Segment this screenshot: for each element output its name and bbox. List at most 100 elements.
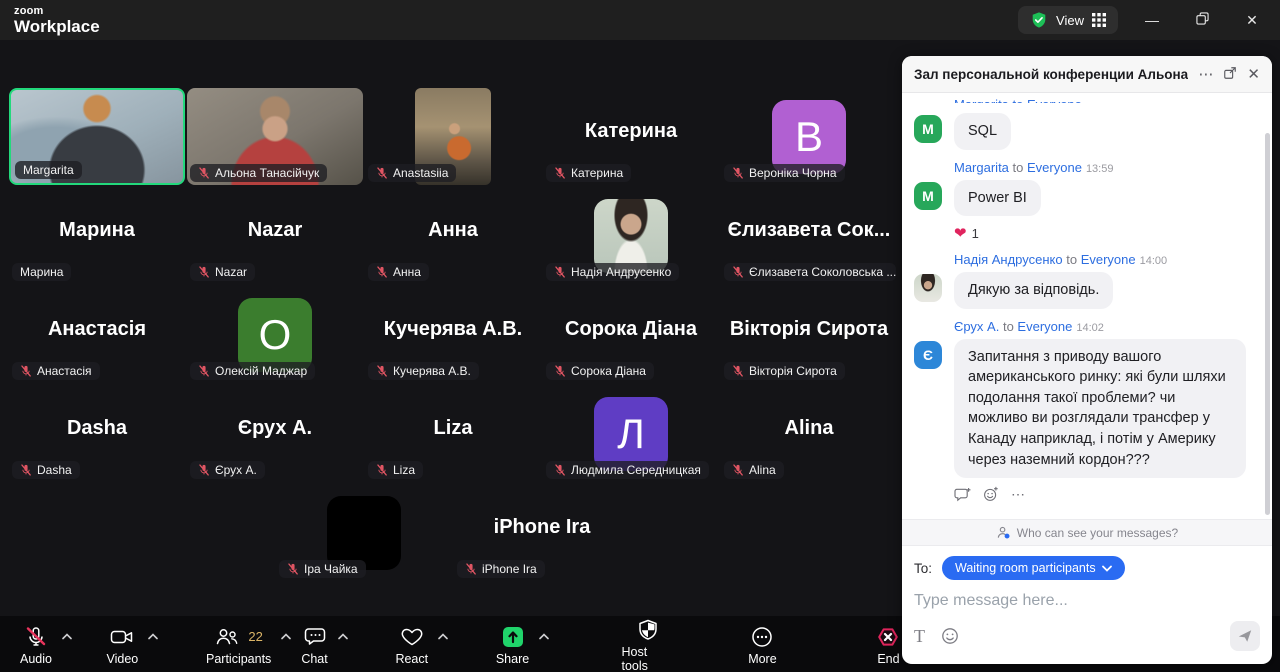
- brand-zoom: zoom: [14, 6, 100, 17]
- view-button-label: View: [1056, 13, 1084, 28]
- sender-avatar: [914, 274, 942, 302]
- message-more-icon[interactable]: ⋯: [1011, 489, 1025, 499]
- participant-tile[interactable]: Надія Андрусенко: [542, 186, 720, 285]
- participant-name-text: Dasha: [37, 463, 72, 477]
- recipient-selector[interactable]: Waiting room participants: [942, 556, 1125, 580]
- participant-name-text: Nazar: [215, 265, 247, 279]
- participant-name-text: Надія Андрусенко: [571, 265, 671, 279]
- muted-mic-icon: [20, 464, 32, 476]
- muted-mic-icon: [465, 563, 477, 575]
- participant-tile[interactable]: АннаАнна: [364, 186, 542, 285]
- view-button[interactable]: View: [1018, 6, 1118, 34]
- message-actions: ⋯: [954, 486, 1258, 502]
- participant-tile[interactable]: Margarita: [8, 87, 186, 186]
- chat-message[interactable]: Margarita to Everyone13:59MPower BI❤1: [914, 160, 1258, 243]
- participant-tile[interactable]: BВероніка Чорна: [720, 87, 898, 186]
- participants-button[interactable]: 22 Participants: [200, 619, 277, 670]
- message-sender[interactable]: Margarita: [954, 160, 1009, 175]
- participant-tile[interactable]: NazarNazar: [186, 186, 364, 285]
- close-window-button[interactable]: ✕: [1244, 12, 1260, 29]
- message-reaction[interactable]: ❤1: [954, 224, 1258, 242]
- participant-tile[interactable]: iPhone IraiPhone Ira: [453, 483, 631, 582]
- participant-tile[interactable]: АнастасіяАнастасія: [8, 285, 186, 384]
- react-options-chevron[interactable]: [436, 619, 450, 653]
- chat-button-label: Chat: [301, 652, 327, 666]
- participant-tile[interactable]: Вікторія СиротаВікторія Сирота: [720, 285, 898, 384]
- pop-out-icon[interactable]: [1223, 66, 1237, 83]
- participant-name-label: Людмила Середницкая: [546, 461, 709, 479]
- grid-row: АнастасіяАнастасіяOОлексій МаджарКучеряв…: [8, 285, 898, 384]
- format-text-icon[interactable]: T: [914, 626, 925, 647]
- message-sender[interactable]: Єрух А.: [954, 319, 999, 334]
- participant-tile[interactable]: Кучерява А.В.Кучерява А.В.: [364, 285, 542, 384]
- participant-tile[interactable]: LizaLiza: [364, 384, 542, 483]
- close-chat-icon[interactable]: ✕: [1247, 67, 1260, 82]
- participant-name-label: Надія Андрусенко: [546, 263, 679, 281]
- message-recipient[interactable]: Everyone: [1027, 160, 1082, 175]
- emoji-picker-icon[interactable]: [941, 627, 959, 645]
- audio-options-chevron[interactable]: [60, 619, 74, 653]
- participant-tile[interactable]: Anastasiia: [364, 87, 542, 186]
- audio-button[interactable]: Audio: [14, 619, 58, 670]
- message-recipient[interactable]: Everyone: [1081, 252, 1136, 267]
- chat-button[interactable]: Chat: [295, 619, 333, 670]
- participant-name-text: Марина: [20, 265, 63, 279]
- end-meeting-icon: [875, 625, 901, 649]
- participant-name-label: Марина: [12, 263, 71, 281]
- participant-tile[interactable]: DashaDasha: [8, 384, 186, 483]
- message-input[interactable]: [902, 590, 1272, 618]
- participant-name-text: Сорока Діана: [571, 364, 646, 378]
- video-button[interactable]: Video: [101, 619, 145, 670]
- participant-tile[interactable]: Єрух А.Єрух А.: [186, 384, 364, 483]
- participant-grid: MargaritaАльона ТанасійчукAnastasiiaКате…: [8, 87, 898, 582]
- chat-options-chevron[interactable]: [336, 619, 350, 653]
- participant-name-label: Сорока Діана: [546, 362, 654, 380]
- reply-icon[interactable]: [954, 487, 971, 502]
- participant-tile[interactable]: ЛЛюдмила Середницкая: [542, 384, 720, 483]
- muted-mic-icon: [198, 464, 210, 476]
- restore-button[interactable]: [1194, 12, 1210, 28]
- add-reaction-icon[interactable]: [983, 486, 999, 502]
- chat-message[interactable]: MSQL: [914, 113, 1258, 150]
- message-sender[interactable]: Надія Андрусенко: [954, 252, 1063, 267]
- message-header: Надія Андрусенко to Everyone14:00: [954, 252, 1258, 267]
- send-button[interactable]: [1230, 621, 1260, 651]
- share-options-chevron[interactable]: [537, 619, 551, 653]
- chat-more-icon[interactable]: ⋯: [1198, 67, 1213, 82]
- chat-messages[interactable]: Margarita to Everyone MSQL Margarita to Ev…: [902, 93, 1272, 519]
- sender-avatar: M: [914, 115, 942, 143]
- participant-name-text: Вікторія Сирота: [749, 364, 837, 378]
- participant-name-label: Nazar: [190, 263, 255, 281]
- react-button[interactable]: React: [389, 619, 434, 670]
- muted-microphone-icon: [24, 625, 48, 649]
- message-header: Єрух А. to Everyone14:02: [954, 319, 1258, 334]
- participant-name-text: Анна: [393, 265, 421, 279]
- chat-message[interactable]: Надія Андрусенко to Everyone14:00Дякую з…: [914, 252, 1258, 309]
- video-options-chevron[interactable]: [146, 619, 160, 653]
- participant-name-text: Єрух А.: [215, 463, 257, 477]
- share-button[interactable]: Share: [490, 619, 535, 670]
- clipped-message-header: Margarita to Everyone: [954, 97, 1258, 103]
- participant-name-text: Олексій Маджар: [215, 364, 307, 378]
- chat-scrollbar[interactable]: [1265, 133, 1270, 515]
- participant-tile[interactable]: Альона Танасійчук: [186, 87, 364, 186]
- chat-bubble-icon: [302, 625, 328, 649]
- more-button[interactable]: More: [742, 619, 782, 670]
- participant-tile[interactable]: МаринаМарина: [8, 186, 186, 285]
- participant-tile[interactable]: Сорока ДіанаСорока Діана: [542, 285, 720, 384]
- grid-row: МаринаМаринаNazarNazarАннаАнна Надія Андр…: [8, 186, 898, 285]
- participant-avatar: [594, 199, 668, 273]
- host-tools-button[interactable]: Host tools: [615, 612, 679, 672]
- participant-tile[interactable]: AlinaAlina: [720, 384, 898, 483]
- privacy-note-bar[interactable]: Who can see your messages?: [902, 519, 1272, 546]
- participant-tile[interactable]: OОлексій Маджар: [186, 285, 364, 384]
- participant-tile[interactable]: КатеринаКатерина: [542, 87, 720, 186]
- participant-name-label: Єрух А.: [190, 461, 265, 479]
- participant-name-label: Катерина: [546, 164, 631, 182]
- minimize-button[interactable]: —: [1144, 12, 1160, 28]
- participants-options-chevron[interactable]: [279, 619, 293, 653]
- chat-message[interactable]: Єрух А. to Everyone14:02ЄЗапитання з при…: [914, 319, 1258, 502]
- message-recipient[interactable]: Everyone: [1017, 319, 1072, 334]
- participant-tile[interactable]: Єлизавета Сок...Єлизавета Соколовська ..…: [720, 186, 898, 285]
- participant-tile[interactable]: Іра Чайка: [275, 483, 453, 582]
